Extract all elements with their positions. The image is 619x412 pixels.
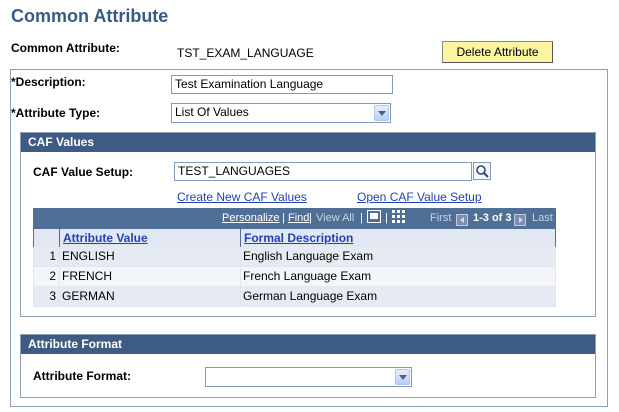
grid-icon[interactable] xyxy=(392,210,405,226)
caf-value-setup-label: CAF Value Setup: xyxy=(33,165,134,179)
formal-description-cell: German Language Exam xyxy=(241,287,555,306)
attribute-type-value: List Of Values xyxy=(175,105,249,119)
page-title: Common Attribute xyxy=(11,6,169,26)
download-icon[interactable] xyxy=(367,210,381,226)
attribute-format-label: Attribute Format: xyxy=(33,369,131,383)
row-number: 2 xyxy=(34,267,59,286)
table-row: 3 GERMAN German Language Exam xyxy=(33,287,556,307)
attribute-format-group: Attribute Format xyxy=(20,334,596,398)
chevron-down-icon[interactable] xyxy=(395,369,410,385)
row-number: 3 xyxy=(34,287,59,306)
row-range: 1-3 of 3 xyxy=(473,212,512,224)
row-number: 1 xyxy=(34,247,59,266)
first-label: First xyxy=(430,212,452,224)
attribute-type-label: *Attribute Type: xyxy=(11,106,101,120)
attribute-format-select[interactable] xyxy=(205,367,412,387)
formal-description-cell: French Language Exam xyxy=(241,267,555,286)
personalize-link[interactable]: Personalize xyxy=(222,212,279,224)
description-field[interactable]: Test Examination Language xyxy=(171,75,393,94)
formal-description-cell: English Language Exam xyxy=(241,247,555,266)
attribute-type-select[interactable]: List Of Values xyxy=(171,103,391,123)
create-new-caf-values-link[interactable]: Create New CAF Values xyxy=(177,190,307,204)
last-label: Last xyxy=(532,212,553,224)
column-header-formal-description[interactable]: Formal Description xyxy=(241,229,555,247)
magnifier-icon[interactable] xyxy=(473,162,491,180)
nav-separator: | xyxy=(282,212,285,224)
view-all-link[interactable]: View All xyxy=(316,212,354,224)
column-header-attribute-value[interactable]: Attribute Value xyxy=(60,229,240,247)
column-header-label[interactable]: Attribute Value xyxy=(63,231,148,245)
column-header-label[interactable]: Formal Description xyxy=(244,231,353,245)
nav-separator: | xyxy=(360,212,363,224)
attribute-value-cell: FRENCH xyxy=(60,267,240,286)
delete-attribute-button[interactable]: Delete Attribute xyxy=(442,41,553,63)
find-link[interactable]: Find xyxy=(288,212,309,224)
table-row: 1 ENGLISH English Language Exam xyxy=(33,247,556,267)
grid-navigation-bar: Personalize | Find | View All | | First … xyxy=(33,208,556,227)
open-caf-value-setup-link[interactable]: Open CAF Value Setup xyxy=(357,190,482,204)
table-row: 2 FRENCH French Language Exam xyxy=(33,267,556,287)
nav-separator: | xyxy=(385,212,388,224)
common-attribute-value: TST_EXAM_LANGUAGE xyxy=(177,46,314,60)
attribute-value-cell: GERMAN xyxy=(60,287,240,306)
common-attribute-label: Common Attribute: xyxy=(11,41,120,55)
caf-values-header: CAF Values xyxy=(21,133,595,152)
row-number-header xyxy=(34,229,59,247)
nav-separator: | xyxy=(309,212,312,224)
chevron-down-icon[interactable] xyxy=(374,105,389,121)
attribute-format-header: Attribute Format xyxy=(21,335,595,354)
caf-values-grid: Personalize | Find | View All | | First … xyxy=(33,208,556,307)
description-label: *Description: xyxy=(11,75,86,89)
caf-value-setup-field[interactable]: TEST_LANGUAGES xyxy=(174,162,472,181)
attribute-value-cell: ENGLISH xyxy=(60,247,240,266)
